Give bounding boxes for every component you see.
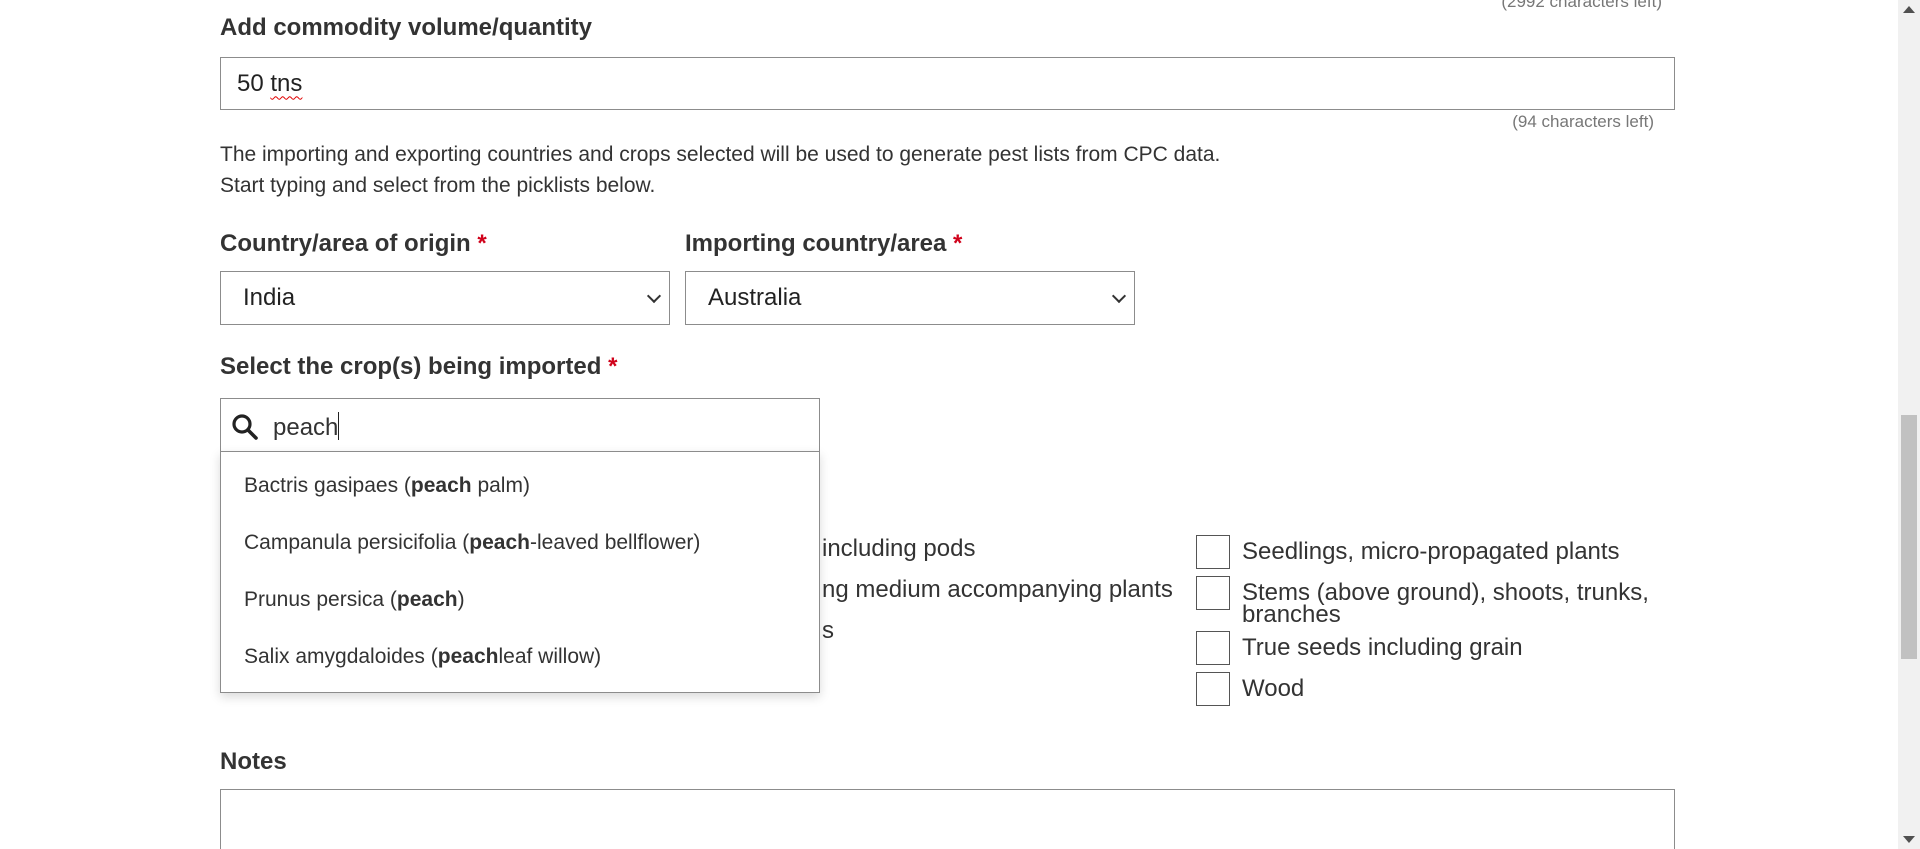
chevron-down-icon	[646, 288, 662, 304]
crop-search-value-wrap: peach	[273, 412, 340, 442]
notes-textarea[interactable]	[220, 789, 1675, 849]
suggestion-match: peach	[396, 588, 458, 611]
quantity-label: Add commodity volume/quantity	[220, 14, 593, 41]
suggestion-text: Campanula persicifolia (	[244, 531, 470, 554]
page-scrollbar[interactable]	[1898, 0, 1920, 849]
suggestion-text: )	[457, 588, 465, 611]
importing-select-value: Australia	[708, 284, 802, 311]
origin-select[interactable]: India	[220, 271, 670, 325]
origin-select-value: India	[243, 284, 296, 311]
pathway-partial-item2: ng medium accompanying plants	[822, 576, 1173, 603]
checkbox[interactable]	[1196, 631, 1230, 665]
info-text-line2: Start typing and select from the picklis…	[220, 174, 656, 197]
crop-search-value: peach	[273, 414, 339, 441]
suggestion-match: peach	[437, 645, 499, 668]
suggestion-match: peach	[469, 531, 530, 554]
suggestion-text: leaf willow)	[498, 645, 602, 668]
crop-suggestions-dropdown: Bactris gasipaes (peach palm) Campanula …	[220, 451, 820, 693]
quantity-chars-left: (94 characters left)	[1512, 112, 1654, 131]
crops-required-marker: *	[608, 353, 618, 380]
crop-suggestion[interactable]: Bactris gasipaes (peach palm)	[244, 474, 530, 498]
origin-label: Country/area of origin *	[220, 230, 487, 258]
checkbox[interactable]	[1196, 576, 1230, 610]
pathway-option-label: Seedlings, micro-propagated plants	[1242, 538, 1620, 565]
crops-label-text: Select the crop(s) being imported	[220, 353, 602, 380]
crop-suggestion[interactable]: Salix amygdaloides (peachleaf willow)	[244, 645, 601, 669]
quantity-input[interactable]: 50 tns	[220, 57, 1675, 110]
importing-select[interactable]: Australia	[685, 271, 1135, 325]
crop-search-input[interactable]: peach	[220, 398, 820, 452]
description-chars-left: (2992 characters left)	[1501, 0, 1662, 11]
checkbox[interactable]	[1196, 672, 1230, 706]
crops-label: Select the crop(s) being imported *	[220, 353, 617, 381]
suggestion-text: Bactris gasipaes (	[244, 474, 411, 497]
page-viewport: (2992 characters left) Add commodity vol…	[0, 0, 1898, 849]
checkbox[interactable]	[1196, 535, 1230, 569]
quantity-value-prefix: 50	[237, 69, 271, 97]
importing-required-marker: *	[953, 230, 963, 257]
pathway-option-wood[interactable]: Wood	[1196, 672, 1304, 706]
scroll-down-icon[interactable]	[1903, 836, 1915, 843]
suggestion-match: peach	[410, 474, 472, 497]
suggestion-text: Salix amygdaloides (	[244, 645, 438, 668]
suggestion-text: -leaved bellflower)	[529, 531, 701, 554]
pathway-option-label: Stems (above ground), shoots, trunks, br…	[1242, 579, 1649, 628]
crop-suggestion[interactable]: Campanula persicifolia (peach-leaved bel…	[244, 531, 700, 555]
suggestion-text: palm)	[471, 474, 530, 497]
notes-label: Notes	[220, 748, 287, 775]
pathway-option-true-seeds[interactable]: True seeds including grain	[1196, 631, 1523, 665]
scroll-thumb[interactable]	[1901, 415, 1917, 659]
suggestion-text: Prunus persica (	[244, 588, 397, 611]
pathway-option-label: Wood	[1242, 675, 1305, 702]
pathway-option-seedlings[interactable]: Seedlings, micro-propagated plants	[1196, 535, 1620, 569]
pathway-option-label: True seeds including grain	[1242, 634, 1523, 661]
origin-label-text: Country/area of origin	[220, 230, 471, 257]
quantity-value-misspelled: tns	[270, 69, 303, 97]
text-caret	[338, 412, 340, 440]
pathway-option-stems[interactable]: Stems (above ground), shoots, trunks, br…	[1196, 576, 1662, 628]
origin-required-marker: *	[477, 230, 487, 257]
info-text-line1: The importing and exporting countries an…	[220, 143, 1221, 166]
pathway-partial-item1: including pods	[822, 535, 976, 562]
importing-label-text: Importing country/area	[685, 230, 947, 257]
chevron-down-icon	[1111, 288, 1127, 304]
pathway-partial-item3: s	[822, 617, 834, 644]
scroll-up-icon[interactable]	[1903, 6, 1915, 13]
importing-label: Importing country/area *	[685, 230, 962, 258]
search-icon	[232, 414, 258, 440]
crop-suggestion[interactable]: Prunus persica (peach)	[244, 588, 465, 612]
